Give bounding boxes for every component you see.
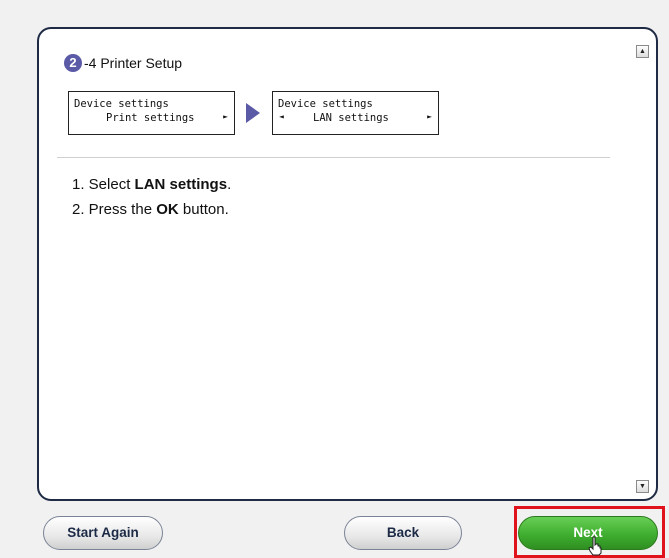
step-header: 2 -4 Printer Setup [64,54,182,72]
lcd-screen-print-settings: Device settings Print settings ► [68,91,235,135]
lcd-screen-lan-settings: Device settings ◄ LAN settings ► [272,91,439,135]
right-arrow-icon: ► [223,112,228,121]
setup-panel: 2 -4 Printer Setup Device settings Print… [37,27,658,501]
hand-cursor-icon [588,536,602,556]
instruction-emphasis: OK [156,201,179,218]
start-again-button[interactable]: Start Again [43,516,163,550]
instruction-text: . [227,176,232,193]
lcd-line2: LAN settings [313,112,389,124]
vertical-scrollbar[interactable]: ▲ ▼ [636,45,650,493]
instruction-step-1: 1. Select LAN settings. [72,176,231,193]
instruction-text: 2. Press the [72,201,157,218]
lcd-line1: Device settings [278,98,373,110]
scroll-down-icon[interactable]: ▼ [636,480,649,493]
instruction-step-2: 2. Press the OK button. [72,201,229,218]
left-arrow-icon: ◄ [279,112,284,121]
instruction-text: 1. Select [72,176,135,193]
scroll-up-icon[interactable]: ▲ [636,45,649,58]
step-number-badge: 2 [64,54,82,72]
instruction-emphasis: LAN settings [134,176,228,193]
instruction-text: button. [178,201,229,218]
lcd-line2: Print settings [106,112,195,124]
back-button[interactable]: Back [344,516,462,550]
right-arrow-icon: ► [427,112,432,121]
divider [57,157,610,158]
lcd-line1: Device settings [74,98,169,110]
step-title: -4 Printer Setup [84,55,183,71]
next-screen-arrow-icon [246,103,260,123]
